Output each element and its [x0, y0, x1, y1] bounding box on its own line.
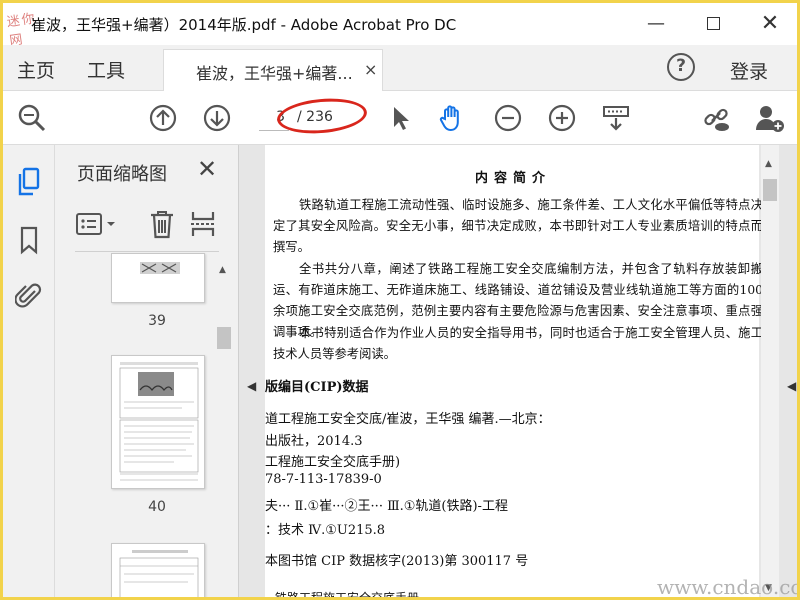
- cip-line: 铁路工程施工安全交底手册: [275, 589, 419, 597]
- cip-line: 工程施工安全交底手册): [265, 455, 401, 470]
- add-user-icon[interactable]: [755, 103, 785, 133]
- document-tab[interactable]: 崔波，王华强+编著... ×: [163, 49, 383, 91]
- window-title: 崔波，王华强+编著）2014年版.pdf - Adobe Acrobat Pro…: [31, 16, 457, 34]
- previous-page-icon[interactable]: [148, 103, 178, 133]
- maximize-icon: [706, 17, 720, 30]
- document-view[interactable]: ◀ 内容简介 铁路轨道工程施工流动性强、临时设施多、施工条件差、工人文化水平偏低…: [239, 145, 797, 597]
- zoom-in-icon[interactable]: [547, 103, 577, 133]
- panel-divider: [75, 251, 219, 252]
- cip-line: 出版社，2014.3: [265, 434, 363, 449]
- scroll-up-icon[interactable]: ▲: [219, 265, 226, 275]
- title-bar: 迷你网 崔波，王华强+编著）2014年版.pdf - Adobe Acrobat…: [3, 3, 797, 49]
- minimize-button[interactable]: —: [643, 11, 669, 37]
- left-navigation-rail: [3, 145, 55, 597]
- cip-line: 本图书馆 CIP 数据核字(2013)第 300117 号: [265, 554, 529, 569]
- cip-line: ：技术 Ⅳ.①U215.8: [265, 523, 386, 538]
- acrobat-window: 迷你网 崔波，王华强+编著）2014年版.pdf - Adobe Acrobat…: [3, 3, 797, 597]
- thumbnail-page-41[interactable]: [111, 543, 205, 597]
- thumbnail-preview: [119, 550, 199, 597]
- close-window-button[interactable]: ✕: [757, 11, 783, 37]
- cip-line: 夫··· Ⅱ.①崔···②王··· Ⅲ.①轨道(铁路)-工程: [265, 499, 508, 514]
- thumbnail-scrollbar[interactable]: ▲: [215, 261, 233, 597]
- zoom-search-icon[interactable]: [17, 103, 47, 133]
- select-cursor-icon[interactable]: [385, 103, 415, 133]
- bookmarks-icon[interactable]: [15, 225, 43, 255]
- document-scrollbar[interactable]: ▲ ▼: [761, 145, 779, 597]
- options-menu-icon[interactable]: [75, 211, 119, 237]
- scrollbar-thumb[interactable]: [763, 179, 777, 201]
- intro-paragraph: 铁路轨道工程施工流动性强、临时设施多、施工条件差、工人文化水平偏低等特点决定了其…: [273, 198, 763, 254]
- close-panel-icon[interactable]: ✕: [197, 155, 217, 183]
- login-button[interactable]: 登录: [730, 57, 768, 84]
- cip-line: 78-7-113-17839-0: [265, 472, 382, 487]
- hand-tool-icon[interactable]: [437, 103, 467, 133]
- thumbnails-panel-title: 页面缩略图: [77, 164, 167, 185]
- document-tab-label: 崔波，王华强+编著...: [196, 64, 353, 83]
- page-number-input[interactable]: [259, 103, 289, 131]
- next-page-icon[interactable]: [202, 103, 232, 133]
- cip-heading: 版编目(CIP)数据: [265, 380, 369, 395]
- thumbnail-label: 39: [148, 313, 166, 329]
- thumbnail-page-40[interactable]: [111, 355, 205, 489]
- intro-paragraph: 本书特别适合作为作业人员的安全指导用书，同时也适合于施工安全管理人员、施工技术人…: [273, 326, 763, 361]
- site-watermark: www.cndao.com: [657, 575, 797, 597]
- main-toolbar: / 236: [3, 91, 797, 145]
- page-total: / 236: [297, 109, 333, 125]
- thumbnail-preview: [140, 262, 180, 274]
- cip-line: 道工程施工安全交底/崔波，王华强 编著.—北京：: [265, 412, 551, 427]
- attachments-icon[interactable]: [15, 281, 43, 311]
- menu-bar: 主页 工具 崔波，王华强+编著... × ? 登录: [3, 45, 797, 91]
- page-display-icon[interactable]: [601, 103, 631, 133]
- trash-icon[interactable]: [149, 209, 175, 239]
- zoom-out-icon[interactable]: [493, 103, 523, 133]
- page-thumbnails-icon[interactable]: [15, 167, 43, 197]
- thumbnail-label: 40: [148, 499, 166, 515]
- share-link-icon[interactable]: [701, 103, 731, 133]
- tab-close-icon[interactable]: ×: [364, 60, 377, 79]
- thumbnail-page-38[interactable]: [111, 253, 205, 303]
- page-thumbnails-panel: 页面缩略图 ✕ 39 40 ▲: [55, 145, 239, 597]
- thumbnail-preview: [119, 362, 199, 481]
- home-menu[interactable]: 主页: [17, 56, 55, 83]
- expand-right-pane-icon[interactable]: ◀: [787, 379, 796, 393]
- scroll-up-icon[interactable]: ▲: [765, 159, 772, 169]
- scrollbar-thumb[interactable]: [217, 327, 231, 349]
- help-icon[interactable]: ?: [667, 53, 695, 81]
- page-insert-icon[interactable]: [189, 209, 217, 239]
- tools-menu[interactable]: 工具: [87, 56, 125, 83]
- pdf-page: 内容简介 铁路轨道工程施工流动性强、临时设施多、施工条件差、工人文化水平偏低等特…: [265, 145, 763, 597]
- collapse-left-pane-icon[interactable]: ◀: [247, 379, 256, 393]
- section-title: 内容简介: [475, 171, 552, 186]
- maximize-button[interactable]: [700, 11, 726, 37]
